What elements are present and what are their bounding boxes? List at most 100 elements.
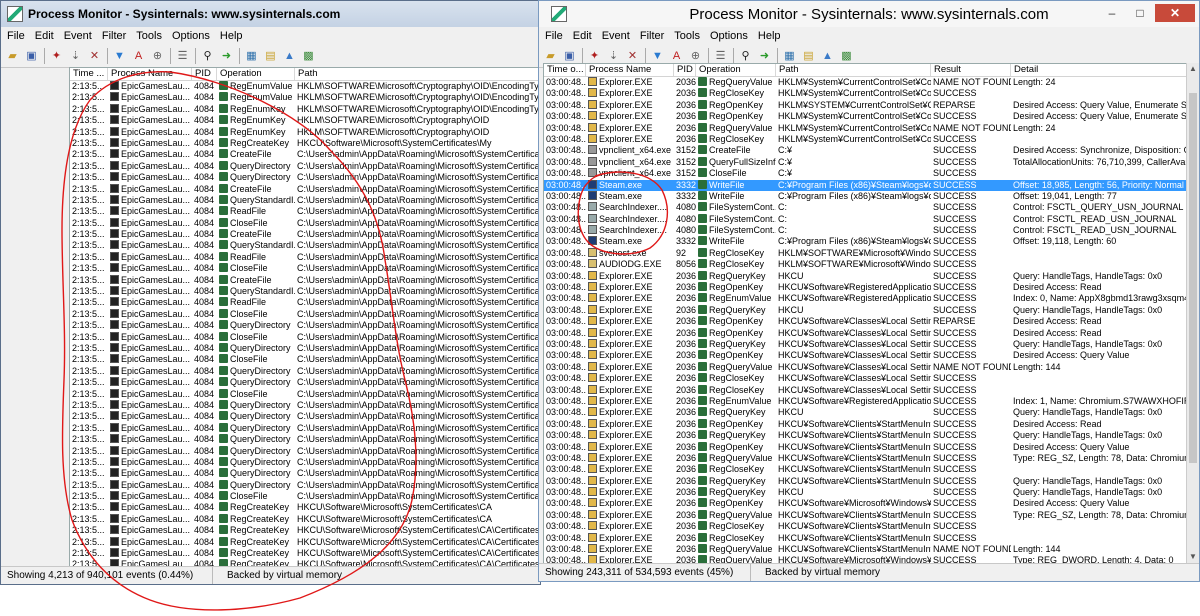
- table-row[interactable]: 03:00:48... Explorer.EXE 2036 RegOpenKey HKC…: [544, 350, 1189, 361]
- table-row[interactable]: 2:13:5... EpicGamesLau... 4084 CloseFile C:\…: [70, 263, 540, 274]
- registry-activity-icon[interactable]: ▦: [782, 49, 797, 64]
- table-row[interactable]: 03:00:48... Steam.exe 3332 WriteFile C:¥Prog…: [544, 190, 1189, 202]
- column-header-5[interactable]: Result: [931, 64, 1011, 76]
- menu-item-edit[interactable]: Edit: [35, 30, 54, 42]
- table-row[interactable]: 03:00:48... Explorer.EXE 2036 RegQueryKey HK…: [544, 475, 1189, 487]
- table-row[interactable]: 03:00:48... svchost.exe 92 RegCloseKey HKLM¥…: [544, 247, 1189, 259]
- table-row[interactable]: 03:00:48... Explorer.EXE 2036 RegCloseKey HK…: [544, 464, 1189, 475]
- autoscroll-icon[interactable]: ⇣: [68, 49, 83, 64]
- menu-item-filter[interactable]: Filter: [102, 30, 126, 42]
- menu-item-help[interactable]: Help: [220, 30, 243, 42]
- table-row[interactable]: 03:00:48... Explorer.EXE 2036 RegQueryKey HK…: [544, 338, 1189, 350]
- menu-item-event[interactable]: Event: [602, 30, 630, 42]
- save-icon[interactable]: ▣: [562, 49, 577, 64]
- minimize-button[interactable]: –: [1099, 4, 1125, 22]
- table-row[interactable]: 03:00:48... Explorer.EXE 2036 RegQueryKey HK…: [544, 304, 1189, 316]
- table-row[interactable]: 2:13:5... EpicGamesLau... 4084 RegEnumKey HK…: [70, 126, 540, 138]
- find-icon[interactable]: ⚲: [738, 49, 753, 64]
- highlight-icon[interactable]: A: [669, 49, 684, 64]
- capture-icon[interactable]: ✦: [49, 49, 64, 64]
- column-header-0[interactable]: Time o...: [544, 64, 586, 76]
- table-row[interactable]: 2:13:5... EpicGamesLau... 4084 RegCreateKey…: [70, 513, 540, 525]
- table-row[interactable]: 03:00:48... Explorer.EXE 2036 RegOpenKey HKC…: [544, 441, 1189, 453]
- table-row[interactable]: 03:00:48... Explorer.EXE 2036 RegCloseKey HK…: [544, 88, 1189, 99]
- column-header-3[interactable]: Operation: [217, 68, 295, 80]
- table-row[interactable]: 03:00:48... Explorer.EXE 2036 RegQueryValue…: [544, 361, 1189, 373]
- table-row[interactable]: 2:13:5... EpicGamesLau... 4084 QueryDirecto…: [70, 160, 540, 172]
- left-title-bar[interactable]: Process Monitor - Sysinternals: www.sysi…: [1, 1, 540, 27]
- column-header-4[interactable]: Path: [295, 68, 540, 80]
- menu-item-tools[interactable]: Tools: [674, 30, 700, 42]
- table-row[interactable]: 03:00:48... SearchIndexer.... 4080 FileSyst…: [544, 213, 1189, 225]
- table-row[interactable]: 03:00:48... Explorer.EXE 2036 RegEnumValue H…: [544, 293, 1189, 304]
- table-row[interactable]: 03:00:48... Explorer.EXE 2036 RegQueryValue…: [544, 122, 1189, 134]
- table-row[interactable]: 2:13:5... EpicGamesLau... 4084 CreateFile C:…: [70, 274, 540, 286]
- table-row[interactable]: 03:00:48... Steam.exe 3332 WriteFile C:¥Prog…: [544, 236, 1189, 247]
- process-tree-icon[interactable]: ☰: [713, 49, 728, 64]
- table-row[interactable]: 2:13:5... EpicGamesLau... 4084 RegCreateKey…: [70, 536, 540, 548]
- table-row[interactable]: 2:13:5... EpicGamesLau... 4084 RegCreateKey…: [70, 525, 540, 536]
- menu-item-edit[interactable]: Edit: [573, 30, 592, 42]
- file-activity-icon[interactable]: ▤: [801, 49, 816, 64]
- table-row[interactable]: 2:13:5... EpicGamesLau... 4084 QueryDirecto…: [70, 468, 540, 479]
- table-row[interactable]: 03:00:48... Explorer.EXE 2036 RegOpenKey HKC…: [544, 282, 1189, 293]
- filter-icon[interactable]: ▼: [650, 49, 665, 64]
- table-row[interactable]: 2:13:5... EpicGamesLau... 4084 QueryDirecto…: [70, 320, 540, 331]
- table-row[interactable]: 03:00:48... Explorer.EXE 2036 RegQueryValue…: [544, 509, 1189, 521]
- table-row[interactable]: 03:00:48... Explorer.EXE 2036 RegQueryKey HK…: [544, 487, 1189, 498]
- menu-item-file[interactable]: File: [7, 30, 25, 42]
- filter-icon[interactable]: ▼: [112, 49, 127, 64]
- table-row[interactable]: 2:13:5... EpicGamesLau... 4084 ReadFile C:\U…: [70, 206, 540, 217]
- open-icon[interactable]: ▰: [5, 49, 20, 64]
- table-row[interactable]: 03:00:48... vpnclient_x64.exe 3152 CloseFil…: [544, 168, 1189, 179]
- table-row[interactable]: 2:13:5... EpicGamesLau... 4084 ReadFile C:\U…: [70, 297, 540, 308]
- maximize-button[interactable]: □: [1127, 4, 1153, 22]
- scroll-up-icon[interactable]: ▲: [1187, 63, 1199, 75]
- column-header-1[interactable]: Process Name: [586, 64, 674, 76]
- column-header-6[interactable]: Detail: [1011, 64, 1189, 76]
- jump-to-icon[interactable]: ➜: [757, 49, 772, 64]
- find-icon[interactable]: ⚲: [200, 49, 215, 64]
- table-row[interactable]: 2:13:5... EpicGamesLau... 4084 QueryStandar…: [70, 194, 540, 206]
- table-row[interactable]: 03:00:48... vpnclient_x64.exe 3152 CreateFi…: [544, 145, 1189, 156]
- menu-item-filter[interactable]: Filter: [640, 30, 664, 42]
- table-row[interactable]: 2:13:5... EpicGamesLau... 4084 QueryDirecto…: [70, 445, 540, 457]
- table-row[interactable]: 2:13:5... EpicGamesLau... 4084 QueryDirecto…: [70, 411, 540, 422]
- process-tree-icon[interactable]: ☰: [175, 49, 190, 64]
- table-row[interactable]: 2:13:5... EpicGamesLau... 4084 QueryDirecto…: [70, 422, 540, 434]
- table-row[interactable]: 03:00:48... Explorer.EXE 2036 RegCloseKey HK…: [544, 521, 1189, 532]
- table-row[interactable]: 2:13:5... EpicGamesLau... 4084 QueryDirecto…: [70, 377, 540, 388]
- right-vertical-scrollbar[interactable]: ▲ ▼: [1186, 63, 1199, 563]
- save-icon[interactable]: ▣: [24, 49, 39, 64]
- table-row[interactable]: 03:00:48... Explorer.EXE 2036 RegQueryValue…: [544, 452, 1189, 464]
- table-row[interactable]: 03:00:48... Explorer.EXE 2036 RegQueryKey HK…: [544, 270, 1189, 282]
- include-process-icon[interactable]: ⊕: [688, 49, 703, 64]
- table-row[interactable]: 2:13:5... EpicGamesLau... 4084 RegEnumKey HK…: [70, 103, 540, 115]
- close-button[interactable]: ✕: [1155, 4, 1195, 22]
- table-row[interactable]: 2:13:5... EpicGamesLau... 4084 CloseFile C:\…: [70, 388, 540, 400]
- table-row[interactable]: 03:00:48... SearchIndexer.... 4080 FileSyst…: [544, 202, 1189, 213]
- column-header-2[interactable]: PID: [192, 68, 217, 80]
- clear-icon[interactable]: ✕: [625, 49, 640, 64]
- menu-item-options[interactable]: Options: [172, 30, 210, 42]
- table-row[interactable]: 2:13:5... EpicGamesLau... 4084 QueryDirecto…: [70, 479, 540, 491]
- table-row[interactable]: 03:00:48... Explorer.EXE 2036 RegCloseKey HK…: [544, 384, 1189, 396]
- table-row[interactable]: 03:00:48... Explorer.EXE 2036 RegOpenKey HKC…: [544, 327, 1189, 339]
- table-row[interactable]: 2:13:5... EpicGamesLau... 4084 QueryDirecto…: [70, 342, 540, 354]
- column-header-0[interactable]: Time ...: [70, 68, 108, 80]
- clear-icon[interactable]: ✕: [87, 49, 102, 64]
- process-activity-icon[interactable]: ▩: [839, 49, 854, 64]
- table-row[interactable]: 03:00:48... Explorer.EXE 2036 RegCloseKey HK…: [544, 133, 1189, 145]
- table-row[interactable]: 2:13:5... EpicGamesLau... 4084 CreateFile C:…: [70, 183, 540, 195]
- left-event-table[interactable]: Time ... Process Name PID Operation Path 2:1…: [69, 67, 540, 569]
- table-row[interactable]: 03:00:48... Explorer.EXE 2036 RegOpenKey HKC…: [544, 316, 1189, 327]
- scroll-thumb[interactable]: [1189, 93, 1197, 463]
- menu-item-file[interactable]: File: [545, 30, 563, 42]
- right-title-bar[interactable]: Process Monitor - Sysinternals: www.sysi…: [539, 1, 1199, 27]
- menu-item-tools[interactable]: Tools: [136, 30, 162, 42]
- open-icon[interactable]: ▰: [543, 49, 558, 64]
- process-activity-icon[interactable]: ▩: [301, 49, 316, 64]
- table-row[interactable]: 2:13:5... EpicGamesLau... 4084 CloseFile C:\…: [70, 354, 540, 365]
- table-row[interactable]: 2:13:5... EpicGamesLau... 4084 RegCreateKey…: [70, 137, 540, 149]
- column-header-3[interactable]: Operation: [696, 64, 776, 76]
